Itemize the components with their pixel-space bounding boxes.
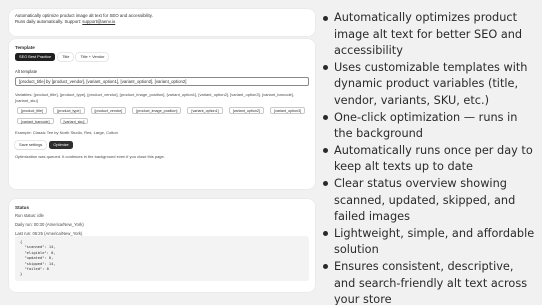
status-heading: Status bbox=[15, 205, 30, 210]
feature-list: Automatically optimizes product image al… bbox=[322, 10, 538, 305]
variables-text: Variables: [product_title], [product_typ… bbox=[15, 92, 294, 103]
chip-product-vendor[interactable]: [product_vendor] bbox=[90, 107, 127, 114]
feature-text: One-click optimization — runs in the bac… bbox=[334, 110, 518, 141]
tab-seo-best-practice[interactable]: SEO Best Practice bbox=[15, 53, 56, 61]
intro-card: Automatically optimize product image alt… bbox=[9, 9, 315, 36]
alt-template-input[interactable]: [product_title] by [product_vendor], [va… bbox=[15, 77, 309, 86]
feature-item: Ensures consistent, descriptive, and sea… bbox=[322, 259, 538, 305]
feature-item: Automatically optimizes product image al… bbox=[322, 10, 538, 60]
feature-item: Clear status overview showing scanned, u… bbox=[322, 176, 538, 226]
chip-variant-sku[interactable]: [variant_sku] bbox=[59, 117, 89, 125]
optimize-button[interactable]: Optimize bbox=[49, 141, 73, 150]
action-buttons: Save settings Optimize bbox=[15, 141, 309, 150]
support-email-link[interactable]: support@aenv.io bbox=[82, 19, 115, 24]
chip-product-title[interactable]: [product_title] bbox=[17, 107, 48, 114]
variable-chips: [product_title] [product_type] [product_… bbox=[15, 107, 309, 125]
status-card: Status Run status: idle Daily run: 00:30… bbox=[9, 199, 315, 292]
status-json-output: { "scanned": 14, "eligible": 0, "updated… bbox=[15, 236, 309, 281]
bullet-icon bbox=[323, 148, 328, 154]
run-status: Run status: idle bbox=[15, 213, 44, 218]
example-text: Example: Classic Tee by North Studio, Re… bbox=[15, 130, 118, 136]
alt-template-label: Alt template bbox=[15, 69, 38, 74]
bullet-icon bbox=[323, 181, 328, 187]
daily-run: Daily run: 00:30 (America/New_York) bbox=[15, 222, 84, 227]
feature-text: Ensures consistent, descriptive, and sea… bbox=[334, 259, 528, 305]
feature-text: Lightweight, simple, and affordable solu… bbox=[334, 226, 535, 257]
queued-note: Optimization was queued. It continues in… bbox=[15, 154, 165, 160]
feature-item: Automatically runs once per day to keep … bbox=[322, 143, 538, 176]
chip-variant-option1[interactable]: [variant_option1] bbox=[187, 107, 223, 114]
feature-item: Uses customizable templates with dynamic… bbox=[322, 60, 538, 110]
chip-variant-option3[interactable]: [variant_option3] bbox=[269, 107, 306, 114]
tab-title[interactable]: Title bbox=[58, 53, 74, 61]
tab-title-vendor[interactable]: Title + Vendor bbox=[76, 53, 109, 61]
template-card: Template SEO Best Practice Title Title +… bbox=[9, 39, 315, 189]
bullet-icon bbox=[323, 15, 328, 21]
feature-text: Automatically runs once per day to keep … bbox=[334, 143, 533, 174]
feature-item: Lightweight, simple, and affordable solu… bbox=[322, 226, 538, 259]
feature-text: Uses customizable templates with dynamic… bbox=[334, 60, 528, 107]
chip-variant-barcode[interactable]: [variant_barcode] bbox=[17, 117, 54, 125]
save-settings-button[interactable]: Save settings bbox=[15, 141, 47, 150]
chip-product-type[interactable]: [product_type] bbox=[53, 107, 85, 114]
bullet-icon bbox=[323, 231, 328, 237]
support-line: Runs daily automatically. Support: suppo… bbox=[15, 19, 309, 25]
chip-product-image-position[interactable]: [product_image_position] bbox=[132, 107, 182, 114]
runs-daily-text: Runs daily automatically. Support: bbox=[15, 19, 82, 25]
template-tabs: SEO Best Practice Title Title + Vendor bbox=[15, 53, 309, 61]
template-heading: Template bbox=[15, 45, 35, 50]
bullet-icon bbox=[323, 115, 328, 121]
bullet-icon bbox=[323, 264, 328, 270]
chip-variant-option2[interactable]: [variant_option2] bbox=[228, 107, 264, 114]
feature-text: Automatically optimizes product image al… bbox=[334, 11, 523, 58]
feature-item: One-click optimization — runs in the bac… bbox=[322, 110, 538, 143]
bullet-icon bbox=[323, 65, 328, 71]
feature-text: Clear status overview showing scanned, u… bbox=[334, 176, 516, 224]
